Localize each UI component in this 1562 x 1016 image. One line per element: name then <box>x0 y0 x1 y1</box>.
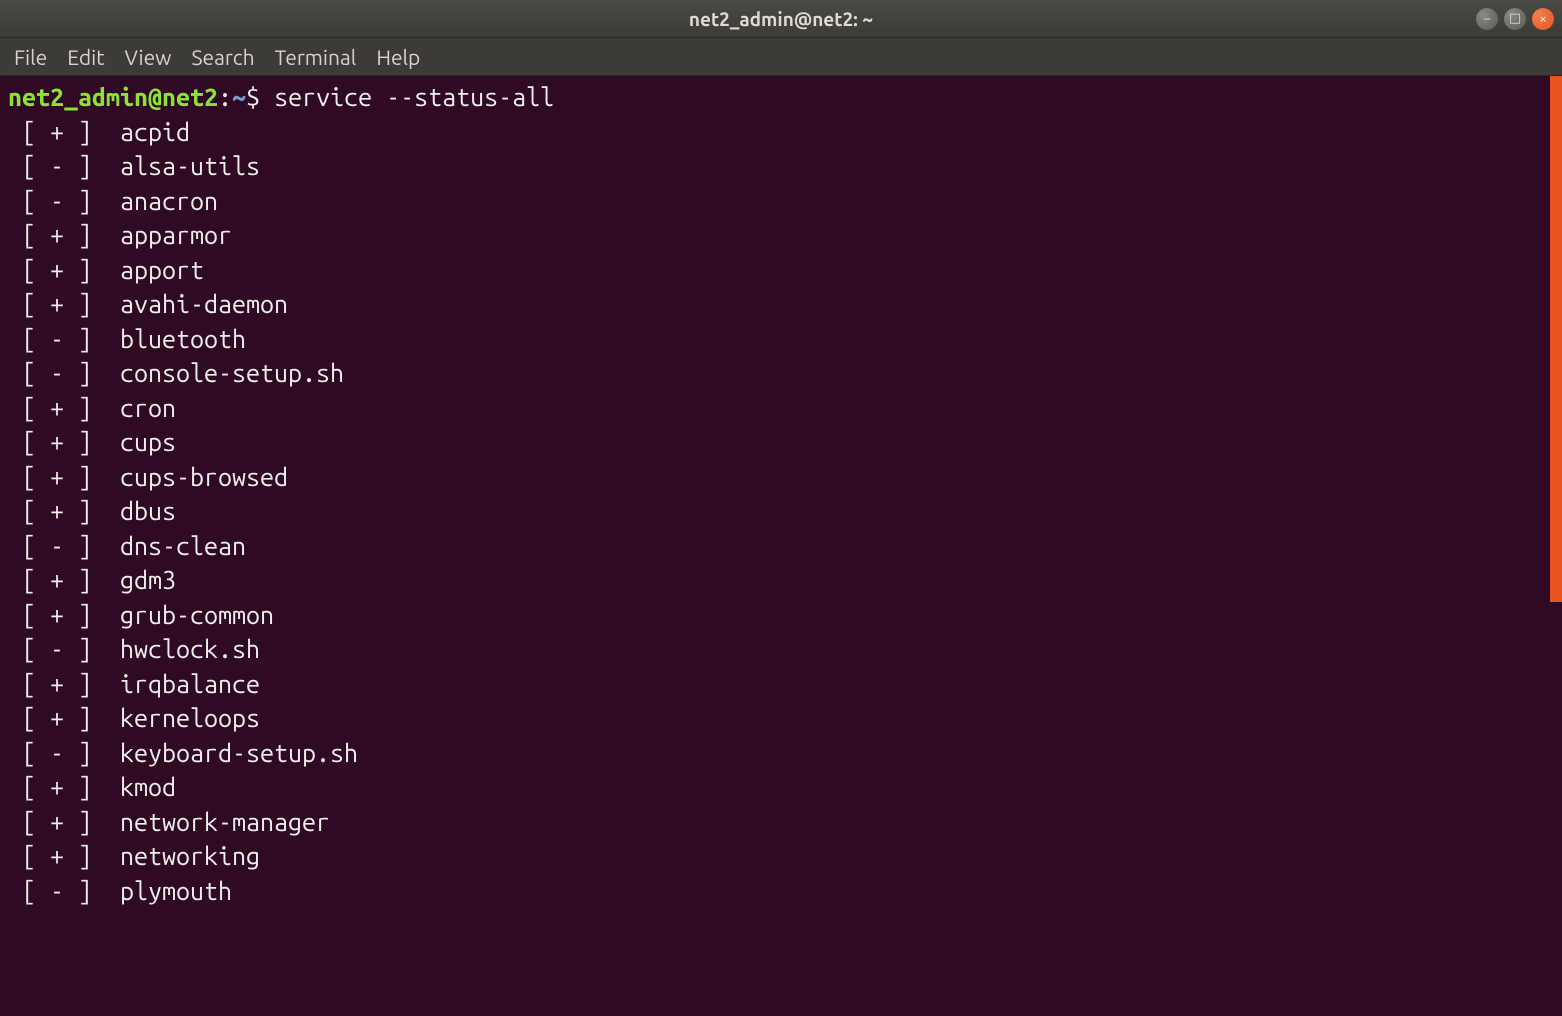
menu-help[interactable]: Help <box>376 45 420 69</box>
terminal-body[interactable]: net2_admin@net2:~$ service --status-all … <box>0 76 1562 1016</box>
close-icon: × <box>1539 12 1546 26</box>
menu-terminal[interactable]: Terminal <box>275 45 357 69</box>
prompt-line: net2_admin@net2:~$ service --status-all <box>8 80 1554 115</box>
menu-edit[interactable]: Edit <box>67 45 104 69</box>
service-line: [ + ] network-manager <box>8 805 1554 840</box>
service-line: [ - ] alsa-utils <box>8 149 1554 184</box>
service-line: [ + ] irqbalance <box>8 667 1554 702</box>
service-line: [ + ] kmod <box>8 770 1554 805</box>
services-output: [ + ] acpid [ - ] alsa-utils [ - ] anacr… <box>8 115 1554 909</box>
window-title: net2_admin@net2: ~ <box>689 8 873 30</box>
menubar: File Edit View Search Terminal Help <box>0 38 1562 76</box>
titlebar: net2_admin@net2: ~ – □ × <box>0 0 1562 38</box>
service-line: [ + ] apparmor <box>8 218 1554 253</box>
prompt-user-host: net2_admin@net2 <box>8 83 218 111</box>
service-line: [ - ] anacron <box>8 184 1554 219</box>
scrollbar[interactable] <box>1550 76 1562 602</box>
prompt-symbol: $ <box>246 83 274 111</box>
service-line: [ + ] cups <box>8 425 1554 460</box>
service-line: [ + ] apport <box>8 253 1554 288</box>
maximize-icon: □ <box>1509 11 1521 26</box>
service-line: [ + ] kerneloops <box>8 701 1554 736</box>
minimize-icon: – <box>1484 12 1490 26</box>
service-line: [ + ] cups-browsed <box>8 460 1554 495</box>
command-text: service --status-all <box>274 83 554 111</box>
service-line: [ - ] keyboard-setup.sh <box>8 736 1554 771</box>
maximize-button[interactable]: □ <box>1504 8 1526 30</box>
window-controls: – □ × <box>1476 8 1554 30</box>
service-line: [ + ] avahi-daemon <box>8 287 1554 322</box>
terminal-window: net2_admin@net2: ~ – □ × File Edit View … <box>0 0 1562 1016</box>
service-line: [ + ] networking <box>8 839 1554 874</box>
menu-view[interactable]: View <box>124 45 171 69</box>
menu-search[interactable]: Search <box>191 45 254 69</box>
prompt-separator: : <box>218 83 232 111</box>
service-line: [ - ] console-setup.sh <box>8 356 1554 391</box>
prompt-path: ~ <box>232 83 246 111</box>
service-line: [ + ] cron <box>8 391 1554 426</box>
service-line: [ - ] plymouth <box>8 874 1554 909</box>
service-line: [ - ] bluetooth <box>8 322 1554 357</box>
menu-file[interactable]: File <box>14 45 47 69</box>
minimize-button[interactable]: – <box>1476 8 1498 30</box>
service-line: [ + ] grub-common <box>8 598 1554 633</box>
service-line: [ - ] dns-clean <box>8 529 1554 564</box>
service-line: [ + ] dbus <box>8 494 1554 529</box>
service-line: [ + ] gdm3 <box>8 563 1554 598</box>
service-line: [ - ] hwclock.sh <box>8 632 1554 667</box>
close-button[interactable]: × <box>1532 8 1554 30</box>
service-line: [ + ] acpid <box>8 115 1554 150</box>
